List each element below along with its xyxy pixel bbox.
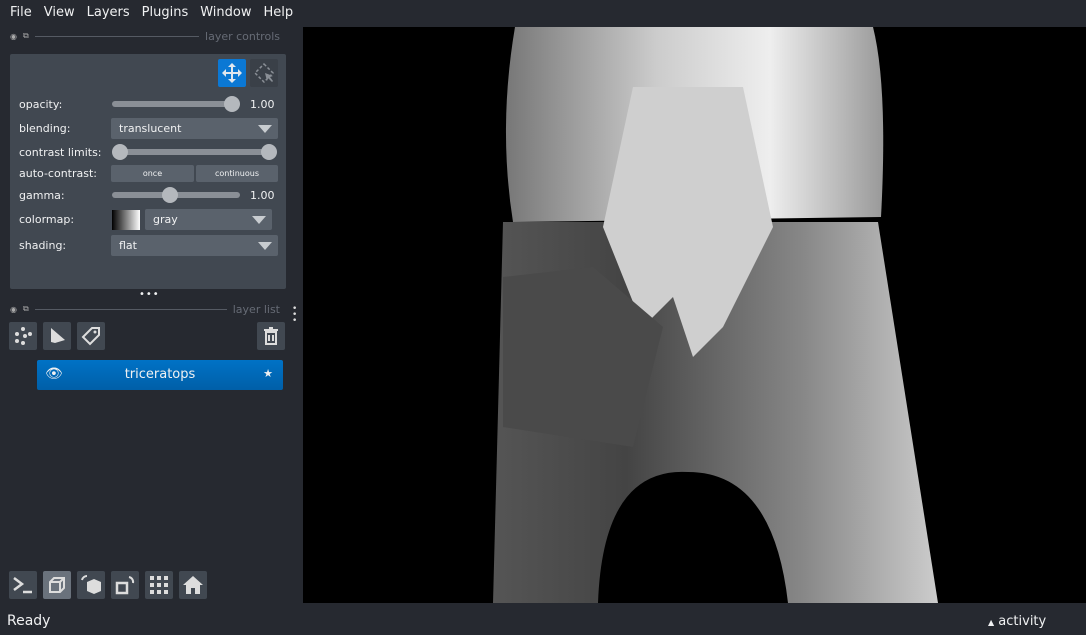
activity-label: activity [998, 614, 1047, 629]
gamma-value: 1.00 [250, 189, 275, 202]
opacity-label: opacity: [19, 98, 63, 111]
pan-zoom-button[interactable] [218, 59, 246, 87]
chevron-down-icon [258, 242, 272, 250]
menu-plugins[interactable]: Plugins [136, 5, 195, 20]
colormap-dropdown[interactable]: gray [145, 209, 272, 230]
divider [34, 308, 227, 310]
move-arrows-icon [222, 63, 242, 83]
status-bar: Ready ▲ activity [0, 603, 1086, 635]
menu-file[interactable]: File [4, 5, 38, 20]
delete-layer-button[interactable] [257, 322, 285, 350]
contrast-limits-label: contrast limits: [19, 146, 102, 159]
caret-up-icon: ▲ [988, 618, 995, 627]
auto-contrast-once-button[interactable]: once [111, 165, 194, 182]
shading-value: flat [119, 239, 137, 252]
layer-controls-panel: opacity: 1.00 blending: translucent cont… [10, 54, 286, 289]
colormap-label: colormap: [19, 213, 75, 226]
points-icon [15, 327, 32, 345]
panel-title: layer controls [205, 29, 280, 43]
colormap-preview [112, 210, 140, 230]
slider-handle-max[interactable] [261, 144, 277, 160]
transpose-button[interactable] [111, 571, 139, 599]
opacity-slider[interactable] [112, 96, 240, 112]
blending-label: blending: [19, 122, 71, 135]
status-text: Ready [7, 613, 51, 629]
blending-dropdown[interactable]: translucent [111, 118, 278, 139]
layer-item-triceratops[interactable]: 👁 triceratops ★ [37, 360, 283, 390]
slider-handle[interactable] [224, 96, 240, 112]
gamma-slider[interactable] [112, 187, 240, 203]
more-options-icon[interactable]: • • • [292, 305, 297, 326]
splitter-handle[interactable]: ••• [139, 289, 160, 300]
transpose-icon [115, 576, 135, 595]
viewer-canvas[interactable] [303, 27, 1086, 603]
layer-name: triceratops [124, 367, 196, 382]
menu-help[interactable]: Help [258, 5, 300, 20]
grid-icon [150, 576, 168, 594]
home-icon [183, 576, 203, 594]
terminal-icon [13, 577, 32, 594]
shading-dropdown[interactable]: flat [111, 235, 278, 256]
chevron-down-icon [252, 216, 266, 224]
reset-view-button[interactable] [179, 571, 207, 599]
float-icon[interactable]: ◉ [10, 32, 17, 41]
new-shapes-layer-button[interactable] [43, 322, 71, 350]
trash-icon [264, 327, 278, 345]
menu-view[interactable]: View [38, 5, 81, 20]
ndisplay-button[interactable] [43, 571, 71, 599]
select-transform-icon [253, 62, 275, 84]
opacity-value: 1.00 [250, 98, 275, 111]
gamma-label: gamma: [19, 189, 65, 202]
transform-button[interactable] [250, 59, 278, 87]
divider [34, 35, 200, 37]
rotate-cube-icon [81, 575, 101, 594]
roll-dimensions-button[interactable] [77, 571, 105, 599]
star-icon: ★ [263, 367, 273, 380]
menu-window[interactable]: Window [194, 5, 257, 20]
contrast-limits-slider[interactable] [112, 144, 277, 160]
new-labels-layer-button[interactable] [77, 322, 105, 350]
console-button[interactable] [9, 571, 37, 599]
cube-wireframe-icon [49, 577, 65, 593]
layer-controls-header: ◉ ⧉ layer controls [10, 29, 280, 43]
layer-list-header: ◉ ⧉ layer list [10, 302, 280, 316]
auto-contrast-label: auto-contrast: [19, 167, 98, 180]
chevron-down-icon [258, 125, 272, 133]
slider-handle-min[interactable] [112, 144, 128, 160]
panel-title: layer list [232, 302, 280, 316]
tag-icon [81, 327, 100, 346]
shapes-icon [51, 328, 65, 343]
slider-handle[interactable] [162, 187, 178, 203]
shading-label: shading: [19, 239, 67, 252]
triceratops-mesh [493, 27, 938, 603]
close-panel-icon[interactable]: ⧉ [23, 31, 29, 41]
close-panel-icon[interactable]: ⧉ [23, 304, 29, 314]
menubar: File View Layers Plugins Window Help [0, 0, 1086, 25]
auto-contrast-continuous-button[interactable]: continuous [196, 165, 278, 182]
grid-view-button[interactable] [145, 571, 173, 599]
new-points-layer-button[interactable] [9, 322, 37, 350]
float-icon[interactable]: ◉ [10, 305, 17, 314]
activity-button[interactable]: ▲ activity [988, 614, 1046, 629]
menu-layers[interactable]: Layers [81, 5, 136, 20]
blending-value: translucent [119, 122, 182, 135]
colormap-value: gray [153, 213, 178, 226]
